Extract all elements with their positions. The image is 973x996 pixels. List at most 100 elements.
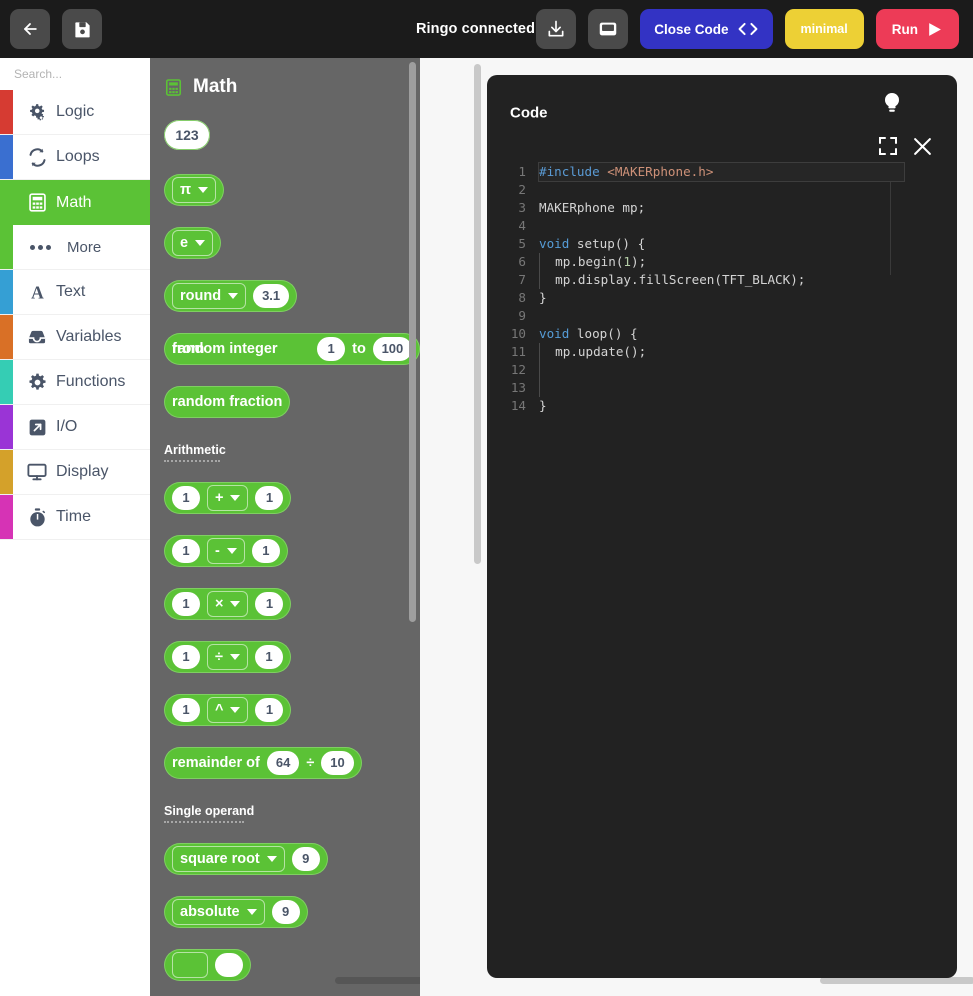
operand-right-input[interactable]: 1	[255, 486, 284, 510]
category-color-strip	[0, 405, 13, 449]
close-code-button[interactable]: Close Code	[640, 9, 773, 49]
code-brackets-icon	[738, 22, 757, 36]
block-constant-pi[interactable]: π	[164, 174, 225, 206]
hint-button[interactable]	[881, 90, 903, 116]
operand-right-input[interactable]: 1	[255, 698, 284, 722]
operand-right-input[interactable]: 1	[255, 592, 284, 616]
sidebar-item-loops[interactable]: Loops	[0, 135, 150, 180]
constant-dropdown[interactable]: e	[172, 230, 214, 256]
block-partially-visible[interactable]	[164, 949, 252, 981]
block-subtract[interactable]: 1 - 1	[164, 535, 288, 567]
code-line[interactable]: 2	[487, 181, 957, 199]
single-operand-dropdown[interactable]	[172, 952, 209, 978]
sidebar-item-io[interactable]: I/O	[0, 405, 150, 450]
operator-dropdown[interactable]: +	[207, 485, 249, 511]
code-line[interactable]: 7 mp.display.fillScreen(TFT_BLACK);	[487, 271, 957, 289]
round-value-input[interactable]: 3.1	[253, 284, 290, 308]
code-line[interactable]: 9	[487, 307, 957, 325]
code-line[interactable]: 5 void setup() {	[487, 235, 957, 253]
run-button[interactable]: Run	[875, 9, 959, 49]
single-operand-dropdown[interactable]: square root	[172, 846, 285, 872]
calculator-icon	[22, 192, 52, 213]
operand-left-input[interactable]: 1	[172, 539, 200, 563]
search-row	[0, 58, 150, 90]
operand-input[interactable]: 9	[271, 900, 300, 924]
sidebar-item-variables[interactable]: Variables	[0, 315, 150, 360]
search-input[interactable]	[14, 67, 150, 81]
category-color-strip	[0, 450, 13, 494]
code-line[interactable]: 3 MAKERphone mp;	[487, 199, 957, 217]
operand-input[interactable]	[215, 953, 244, 977]
download-button[interactable]	[536, 9, 577, 49]
code-line[interactable]: 10 void loop() {	[487, 325, 957, 343]
sidebar-item-math[interactable]: Math	[0, 180, 150, 225]
block-random-integer[interactable]: random integer from 1 to 100	[164, 333, 420, 365]
sidebar-item-text[interactable]: A Text	[0, 270, 150, 315]
line-content: #include <MAKERphone.h>	[538, 162, 905, 182]
sidebar-subitem-more[interactable]: More	[0, 225, 150, 270]
operand-left-input[interactable]: 1	[172, 592, 200, 616]
sidebar-item-functions[interactable]: Functions	[0, 360, 150, 405]
block-number-literal[interactable]: 123	[164, 120, 210, 150]
block-square-root[interactable]: square root 9	[164, 843, 328, 875]
operand-left-input[interactable]: 1	[172, 698, 200, 722]
random-max-input[interactable]: 100	[372, 337, 412, 361]
code-line[interactable]: 6 mp.begin(1);	[487, 253, 957, 271]
arrow-left-icon	[24, 23, 37, 35]
operand-input[interactable]: 9	[291, 847, 320, 871]
sidebar-subitem-label: More	[67, 238, 102, 256]
minimal-button[interactable]: minimal	[784, 9, 864, 49]
code-line[interactable]: 13	[487, 379, 957, 397]
code-line[interactable]: 1 #include <MAKERphone.h>	[487, 162, 957, 182]
operand-right-input[interactable]: 1	[251, 539, 280, 563]
close-code-panel-button[interactable]	[912, 136, 932, 156]
sidebar-item-logic[interactable]: Logic	[0, 90, 150, 135]
operator-dropdown[interactable]: ÷	[207, 644, 248, 670]
palette-horizontal-scrollbar[interactable]	[335, 977, 420, 984]
single-operand-dropdown[interactable]: absolute	[172, 899, 265, 925]
line-number: 10	[510, 326, 526, 341]
canvas-horizontal-scrollbar[interactable]	[820, 977, 973, 984]
top-toolbar: Ringo connected Close Code minimal Run	[0, 0, 973, 58]
operand-left-input[interactable]: 1	[172, 645, 200, 669]
save-button[interactable]	[62, 9, 102, 49]
block-divide[interactable]: 1 ÷ 1	[164, 641, 291, 673]
line-number: 8	[518, 290, 526, 305]
block-round[interactable]: round 3.1	[164, 280, 298, 312]
constant-dropdown[interactable]: π	[172, 177, 217, 203]
block-random-fraction[interactable]: random fraction	[164, 386, 291, 418]
block-constant-e[interactable]: e	[164, 227, 222, 259]
remainder-dividend-input[interactable]: 64	[266, 751, 300, 775]
operator-dropdown[interactable]: -	[207, 538, 245, 564]
code-line[interactable]: 11 mp.update();	[487, 343, 957, 361]
sidebar-item-label: Time	[56, 508, 91, 525]
block-absolute[interactable]: absolute 9	[164, 896, 308, 928]
block-power[interactable]: 1 ^ 1	[164, 694, 292, 726]
chevron-down-icon	[195, 240, 206, 246]
round-dropdown[interactable]: round	[172, 283, 247, 309]
line-content: mp.begin(1);	[539, 253, 647, 271]
block-remainder[interactable]: remainder of 64 ÷ 10	[164, 747, 362, 779]
random-min-input[interactable]: 1	[317, 337, 346, 361]
gears-icon	[22, 102, 52, 123]
palette-vertical-scrollbar[interactable]	[409, 62, 416, 622]
canvas-vertical-scrollbar[interactable]	[474, 64, 481, 564]
sidebar-item-time[interactable]: Time	[0, 495, 150, 540]
block-add[interactable]: 1 + 1	[164, 482, 292, 514]
sidebar-item-display[interactable]: Display	[0, 450, 150, 495]
operand-right-input[interactable]: 1	[254, 645, 283, 669]
expand-fullscreen-button[interactable]	[879, 137, 897, 155]
operator-dropdown[interactable]: ^	[207, 697, 249, 723]
code-editor[interactable]: 1 #include <MAKERphone.h> 2 3 MAKERphone…	[487, 162, 957, 415]
block-multiply[interactable]: 1 × 1	[164, 588, 292, 620]
back-button[interactable]	[10, 9, 50, 49]
code-line[interactable]: 14 }	[487, 397, 957, 415]
code-line[interactable]: 12	[487, 361, 957, 379]
serial-monitor-button[interactable]	[588, 9, 629, 49]
code-line[interactable]: 8 }	[487, 289, 957, 307]
operator-dropdown[interactable]: ×	[207, 591, 249, 617]
remainder-divisor-input[interactable]: 10	[321, 751, 354, 775]
line-number: 9	[518, 308, 526, 323]
operand-left-input[interactable]: 1	[172, 486, 200, 510]
code-line[interactable]: 4	[487, 217, 957, 235]
